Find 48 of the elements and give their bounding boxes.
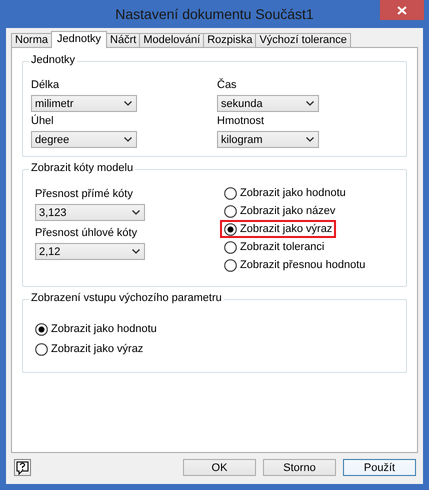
field-label: Délka [31, 79, 60, 91]
tab[interactable]: Jednotky [51, 31, 108, 48]
chevron-icon [124, 137, 132, 142]
dropdown[interactable]: sekunda [217, 95, 319, 112]
field-label: Úhel [31, 115, 55, 127]
group-title: Jednotky [29, 54, 78, 66]
radio-button[interactable] [224, 258, 237, 272]
field-label: Přesnost úhlové kóty [35, 227, 138, 239]
field-label: Hmotnost [217, 115, 266, 127]
radio-button[interactable] [224, 204, 237, 218]
dropdown[interactable]: 3,123 [35, 204, 145, 221]
radio-label[interactable]: Zobrazit jako výraz [240, 223, 332, 235]
group-title: Zobrazení vstupu výchozího parametru [29, 292, 224, 304]
radio-label[interactable]: Zobrazit jako hodnotu [240, 187, 346, 199]
tab[interactable]: Rozpiska [203, 33, 256, 47]
dropdown[interactable]: kilogram [217, 131, 319, 148]
chevron-icon [306, 137, 314, 142]
radio-label[interactable]: Zobrazit jako název [240, 205, 336, 217]
field-label: Čas [217, 79, 238, 91]
close-icon [397, 6, 407, 14]
help-icon[interactable] [14, 459, 31, 476]
tab[interactable]: Norma [11, 33, 52, 47]
close-button[interactable] [380, 0, 424, 20]
chevron-icon [124, 101, 132, 106]
radio-label[interactable]: Zobrazit jako hodnotu [51, 323, 157, 335]
radio-button[interactable] [224, 222, 237, 236]
field-label: Přesnost přímé kóty [35, 188, 134, 200]
tab[interactable]: Náčrt [106, 33, 140, 47]
radio-label[interactable]: Zobrazit toleranci [240, 241, 324, 253]
radio-button[interactable] [224, 186, 237, 200]
group-title: Zobrazit kóty modelu [29, 162, 136, 174]
tab[interactable]: Výchozí tolerance [255, 33, 351, 47]
radio-label[interactable]: Zobrazit přesnou hodnotu [240, 259, 366, 271]
window-title: Nastavení dokumentu Součást1 [115, 6, 314, 22]
chevron-icon [306, 101, 314, 106]
dropdown[interactable]: milimetr [31, 95, 137, 112]
radio-button[interactable] [35, 322, 48, 336]
chevron-icon [132, 210, 140, 215]
dialog-button[interactable]: Storno [263, 459, 336, 476]
tab[interactable]: Modelování [139, 33, 204, 47]
dialog-button[interactable]: OK [183, 459, 256, 476]
dialog-button[interactable]: Použít [343, 459, 416, 476]
dropdown[interactable]: degree [31, 131, 137, 148]
dropdown[interactable]: 2,12 [35, 243, 145, 260]
radio-button[interactable] [35, 342, 48, 356]
radio-button[interactable] [224, 240, 237, 254]
radio-label[interactable]: Zobrazit jako výraz [51, 343, 144, 355]
chevron-icon [132, 249, 140, 254]
